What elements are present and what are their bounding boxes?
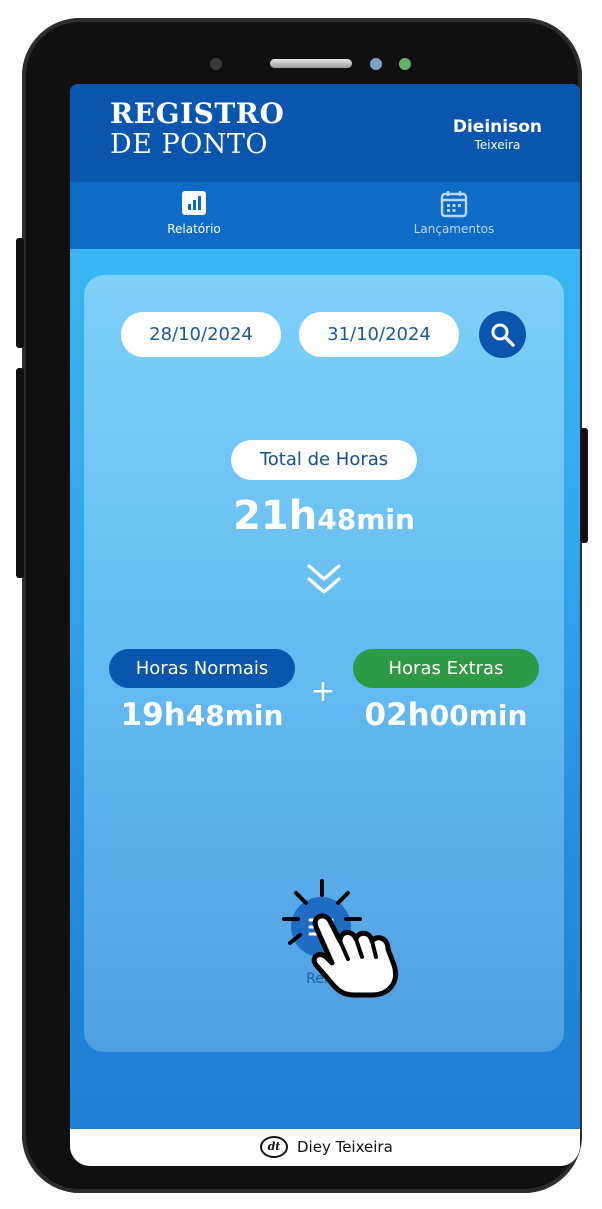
footer-bar: dt Diey Teixeira <box>70 1129 580 1166</box>
tab-lancamentos[interactable]: Lançamentos <box>356 182 552 249</box>
search-button[interactable] <box>479 311 526 358</box>
volume-up-button <box>16 238 24 348</box>
earpiece-speaker <box>270 59 352 68</box>
tap-hand-icon <box>282 879 398 998</box>
report-card: 28/10/2024 31/10/2024 Total de Horas 21h… <box>84 275 564 1052</box>
app-title-line1: REGISTRO <box>110 97 285 130</box>
normal-hours-hours: 19h <box>120 697 186 733</box>
total-hours-value: 21h48min <box>84 493 564 539</box>
bar-chart-icon <box>181 190 207 220</box>
app-title: REGISTRO DE PONTO <box>110 98 284 160</box>
power-button <box>580 428 588 543</box>
tab-relatorio-label: Relatório <box>167 222 221 236</box>
brand-name: Diey Teixeira <box>297 1138 393 1156</box>
phone-frame: REGISTRO DE PONTO Dieinison Teixeira Rel… <box>16 18 588 1193</box>
extra-hours-hours: 02h <box>364 697 430 733</box>
app-screen: REGISTRO DE PONTO Dieinison Teixeira Rel… <box>70 84 580 1166</box>
normal-hours-minutes: 48min <box>185 699 284 732</box>
extra-hours-label: Horas Extras <box>353 649 539 688</box>
brand-logo: dt <box>260 1136 288 1158</box>
search-icon <box>491 323 515 347</box>
tab-relatorio[interactable]: Relatório <box>98 182 290 249</box>
tab-bar: Relatório Lançamentos <box>70 182 580 345</box>
user-name[interactable]: Dieinison Teixeira <box>453 117 542 153</box>
double-chevron-down-icon <box>307 564 341 594</box>
extra-hours-value: 02h00min <box>353 697 539 733</box>
app-title-line2: DE PONTO <box>110 129 269 160</box>
end-date-field[interactable]: 31/10/2024 <box>299 312 459 357</box>
plus-sign: + <box>310 674 336 709</box>
sensor-icon <box>370 58 382 70</box>
extra-hours-minutes: 00min <box>429 699 528 732</box>
start-date-field[interactable]: 28/10/2024 <box>121 312 281 357</box>
total-hours-minutes: 48min <box>317 503 415 536</box>
calendar-icon <box>440 190 468 222</box>
led-indicator-icon <box>399 58 411 70</box>
tab-lancamentos-label: Lançamentos <box>413 222 495 236</box>
total-hours-hours: 21h <box>233 493 318 539</box>
user-last-name: Teixeira <box>474 138 521 152</box>
normal-hours-label: Horas Normais <box>109 649 295 688</box>
normal-hours-value: 19h48min <box>109 697 295 733</box>
volume-down-button <box>16 368 24 578</box>
front-camera-icon <box>210 58 222 70</box>
camera-bar <box>22 40 582 70</box>
total-hours-label: Total de Horas <box>231 440 417 480</box>
user-first-name: Dieinison <box>452 117 542 137</box>
app-header: REGISTRO DE PONTO Dieinison Teixeira <box>70 84 580 182</box>
